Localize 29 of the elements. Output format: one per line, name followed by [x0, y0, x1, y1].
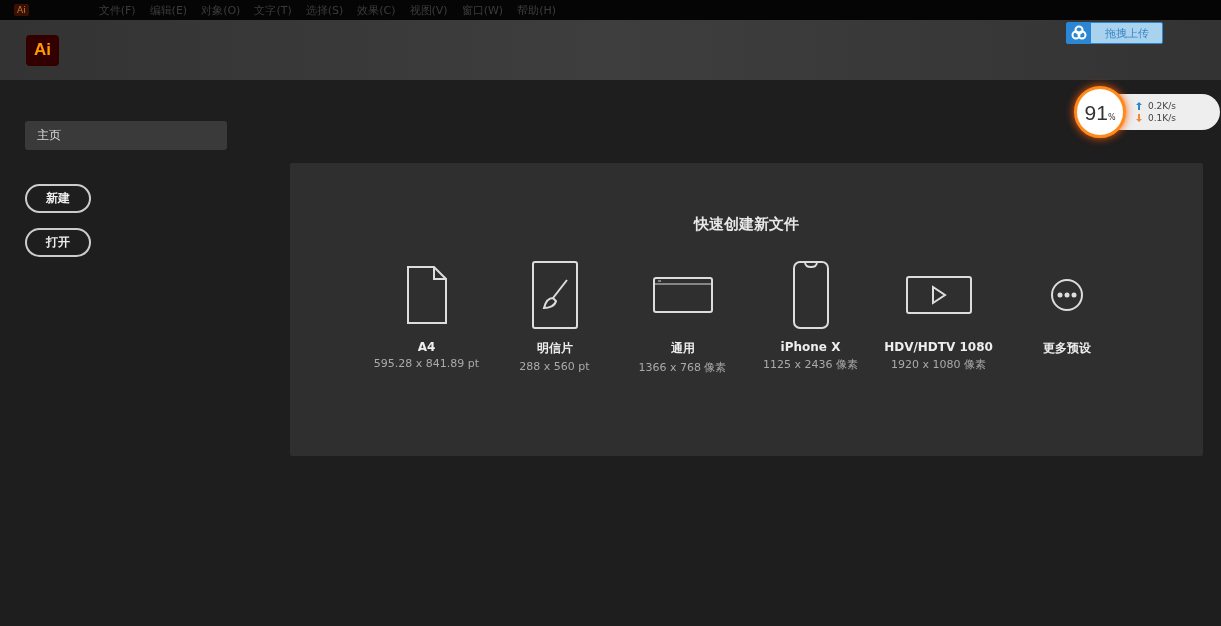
cloud-icon: [1067, 23, 1091, 43]
sidebar-item[interactable]: 主页: [25, 121, 227, 150]
sidebar-button[interactable]: 打开: [25, 228, 91, 257]
download-speed: 0.1K/s: [1148, 113, 1176, 123]
more-options-icon: [1049, 278, 1084, 312]
preset-size: 1366 x 768 像素: [638, 360, 727, 375]
memory-usage-gauge[interactable]: 91%: [1074, 86, 1126, 138]
download-arrow-icon: [1136, 114, 1142, 122]
sidebar-button[interactable]: 新建: [25, 184, 91, 213]
app-logo: Ai: [26, 34, 59, 66]
video-play-icon: [904, 275, 973, 315]
upload-arrow-icon: [1136, 102, 1142, 110]
preset-size: 288 x 560 pt: [519, 360, 590, 373]
browser-window-icon: [651, 276, 714, 314]
preset-name[interactable]: A4: [417, 340, 436, 354]
preset-name[interactable]: HDV/HDTV 1080: [884, 340, 993, 354]
preset-size: 1125 x 2436 像素: [763, 357, 858, 372]
paintbrush-icon: [530, 260, 579, 330]
panel-title: 快速创建新文件: [694, 215, 799, 234]
preset-name[interactable]: 更多预设: [1042, 340, 1091, 357]
preset-size: 1920 x 1080 像素: [891, 357, 986, 372]
preset-size: 595.28 x 841.89 pt: [373, 357, 480, 370]
preset-name[interactable]: iPhone X: [780, 340, 841, 354]
preset-name[interactable]: 明信片: [536, 340, 573, 357]
upload-speed: 0.2K/s: [1148, 101, 1176, 111]
preset-name[interactable]: 通用: [670, 340, 695, 357]
app-icon: Ai: [14, 4, 29, 16]
document-icon: [404, 264, 449, 326]
phone-icon: [791, 260, 830, 330]
